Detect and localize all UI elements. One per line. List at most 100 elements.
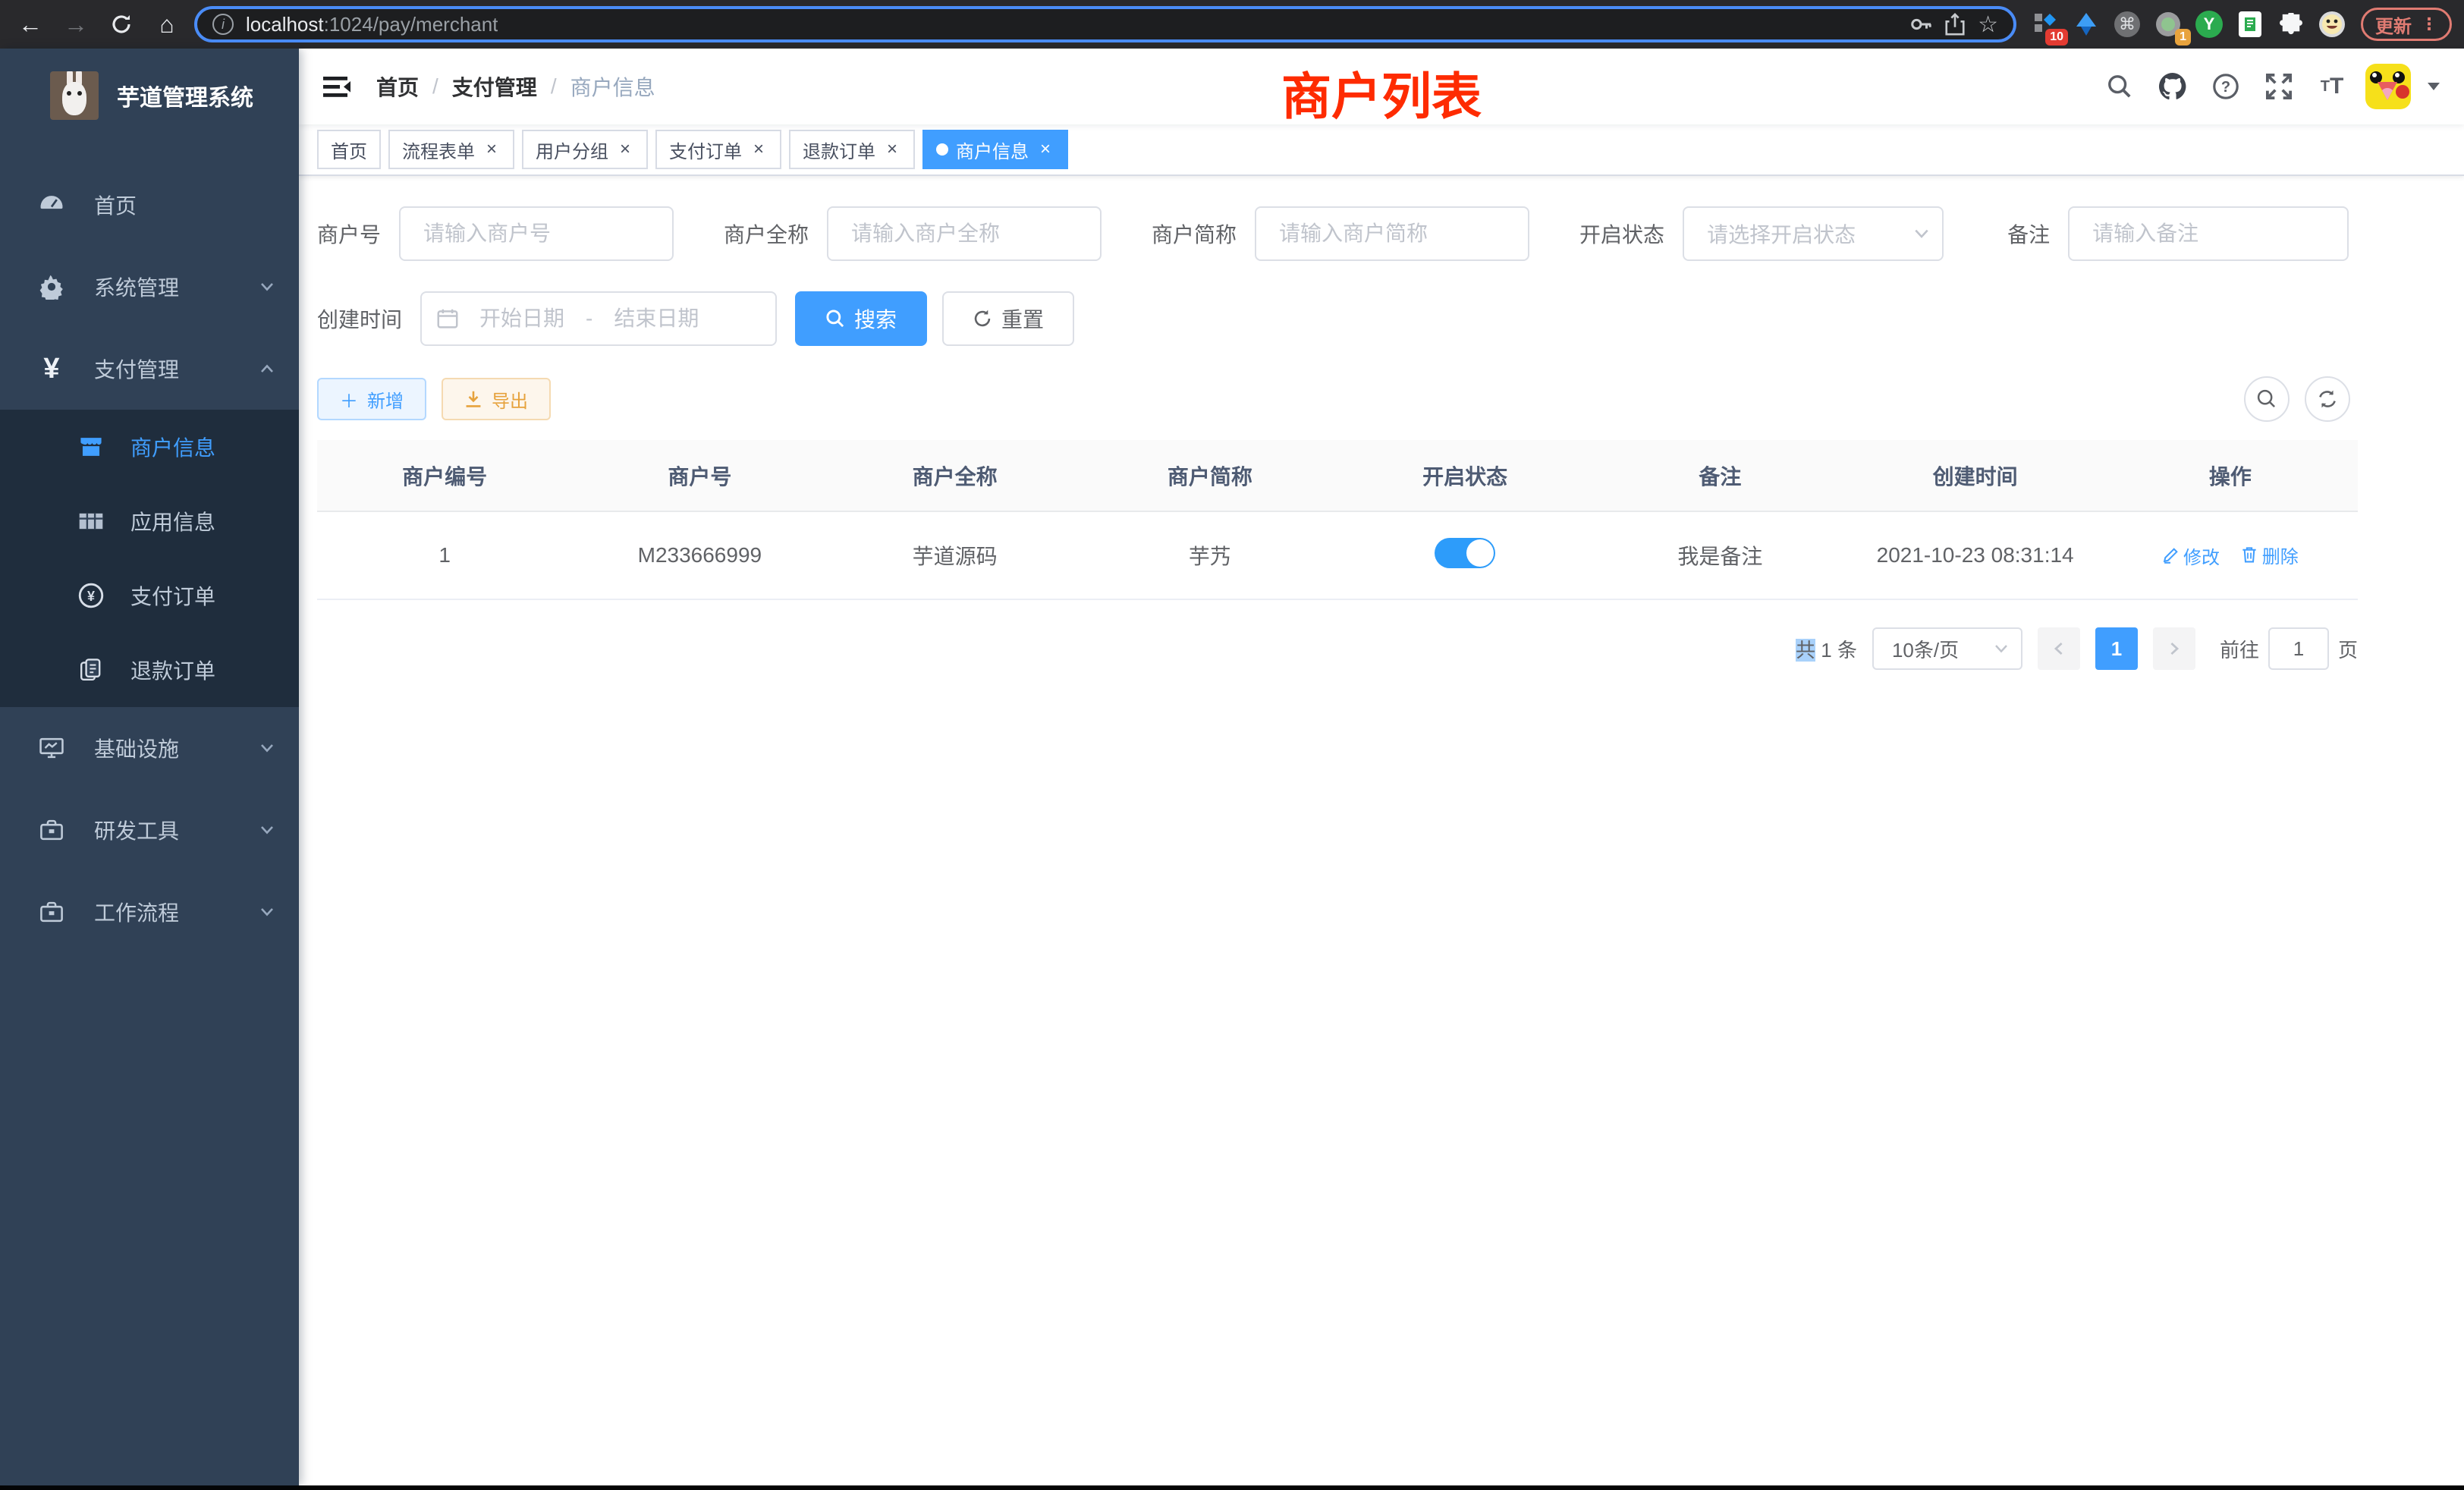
cell-create-time: 2021-10-23 08:31:14 — [1848, 511, 2103, 599]
briefcase-icon — [33, 899, 70, 925]
extension-grid-icon[interactable]: 10 — [2032, 11, 2059, 38]
refresh-table-button[interactable] — [2305, 376, 2350, 422]
extension-puzzle-icon[interactable] — [2277, 11, 2305, 38]
browser-menu-icon[interactable]: ⋮ — [2421, 14, 2437, 34]
merchant-no-input[interactable] — [399, 206, 674, 261]
hide-search-button[interactable] — [2244, 376, 2290, 422]
chevron-down-icon — [259, 279, 275, 294]
add-button[interactable]: ＋新增 — [317, 378, 426, 420]
tab-merchant-info[interactable]: 商户信息× — [922, 130, 1068, 169]
sidebar-item-label: 应用信息 — [130, 506, 275, 536]
export-button[interactable]: 导出 — [442, 378, 551, 420]
font-size-button[interactable]: TT — [2312, 67, 2352, 106]
tags-view-bar: 首页 流程表单× 用户分组× 支付订单× 退款订单× 商户信息× — [299, 124, 2464, 176]
cell-short-name: 芋艿 — [1083, 511, 1337, 599]
close-icon[interactable]: × — [1036, 140, 1054, 159]
browser-reload-button[interactable] — [103, 6, 140, 42]
app-title: 芋道管理系统 — [117, 79, 253, 112]
sidebar-item-label: 工作流程 — [94, 897, 259, 927]
breadcrumb: 首页 / 支付管理 / 商户信息 — [376, 71, 655, 102]
edit-link[interactable]: 修改 — [2162, 542, 2220, 569]
sidebar-item-app-info[interactable]: 应用信息 — [0, 484, 299, 558]
site-info-icon[interactable]: i — [212, 14, 234, 35]
extension-y-icon[interactable]: Y — [2195, 11, 2223, 38]
sidebar-item-label: 退款订单 — [130, 655, 275, 685]
col-short-name: 商户简称 — [1083, 440, 1337, 511]
field-label: 创建时间 — [317, 303, 402, 334]
search-button[interactable]: 搜索 — [795, 291, 927, 346]
extension-timer-icon[interactable]: 1 — [2154, 11, 2182, 38]
delete-link[interactable]: 删除 — [2241, 542, 2299, 568]
extension-command-icon[interactable]: ⌘ — [2114, 11, 2141, 38]
close-icon[interactable]: × — [883, 140, 901, 159]
full-name-input[interactable] — [827, 206, 1102, 261]
short-name-input[interactable] — [1255, 206, 1529, 261]
status-select[interactable]: 请选择开启状态 — [1683, 206, 1944, 261]
browser-back-button[interactable]: ← — [12, 6, 49, 42]
close-icon[interactable]: × — [616, 140, 634, 159]
tab-process-form[interactable]: 流程表单× — [388, 130, 514, 169]
header-search-button[interactable] — [2100, 67, 2139, 106]
filter-short-name: 商户简称 — [1152, 206, 1529, 261]
tab-refund-order[interactable]: 退款订单× — [789, 130, 915, 169]
next-page-button[interactable] — [2153, 627, 2195, 670]
reset-button[interactable]: 重置 — [942, 291, 1074, 346]
field-label: 商户全称 — [724, 218, 809, 249]
url-bar[interactable]: i localhost:1024/pay/merchant ☆ — [194, 6, 2016, 42]
sidebar-item-devtools[interactable]: 研发工具 — [0, 789, 299, 871]
breadcrumb-pay[interactable]: 支付管理 — [452, 71, 537, 102]
sidebar-logo[interactable]: 芋道管理系统 — [0, 49, 299, 143]
sidebar-item-merchant-info[interactable]: 商户信息 — [0, 410, 299, 484]
tab-user-group[interactable]: 用户分组× — [522, 130, 648, 169]
fullscreen-button[interactable] — [2259, 67, 2299, 106]
share-icon[interactable] — [1944, 13, 1966, 36]
browser-forward-button[interactable]: → — [58, 6, 94, 42]
tab-pay-order[interactable]: 支付订单× — [655, 130, 781, 169]
cell-remark: 我是备注 — [1592, 511, 1847, 599]
sidebar-collapse-button[interactable] — [322, 71, 352, 102]
bookmark-star-icon[interactable]: ☆ — [1978, 11, 1998, 38]
avatar[interactable] — [2365, 64, 2411, 109]
password-key-icon[interactable] — [1909, 13, 1932, 36]
sidebar-item-workflow[interactable]: 工作流程 — [0, 871, 299, 953]
github-icon — [2158, 71, 2188, 102]
browser-home-button[interactable]: ⌂ — [149, 6, 185, 42]
prev-page-button[interactable] — [2038, 627, 2080, 670]
page-number-button[interactable]: 1 — [2095, 627, 2138, 670]
documents-icon — [73, 657, 109, 683]
chevron-down-icon — [1913, 225, 1930, 242]
search-icon — [2256, 388, 2277, 410]
sidebar-item-refund-order[interactable]: 退款订单 — [0, 633, 299, 707]
pagination: 共 1 条 10条/页 1 前往 页 — [317, 627, 2358, 670]
extension-emoji-icon[interactable] — [2318, 11, 2346, 38]
sidebar-item-label: 商户信息 — [130, 432, 275, 462]
col-status: 开启状态 — [1337, 440, 1592, 511]
screen: ← → ⌂ i localhost:1024/pay/merchant ☆ 10 — [0, 0, 2464, 1490]
status-toggle[interactable] — [1435, 538, 1495, 568]
end-date-input[interactable] — [602, 306, 711, 331]
help-button[interactable]: ? — [2206, 67, 2246, 106]
sidebar-item-home[interactable]: 首页 — [0, 164, 299, 246]
avatar-dropdown-icon[interactable] — [2428, 83, 2440, 96]
close-icon[interactable]: × — [750, 140, 768, 159]
page-size-select[interactable]: 10条/页 — [1872, 627, 2022, 670]
create-time-range-picker[interactable]: - — [420, 291, 777, 346]
close-icon[interactable]: × — [482, 140, 501, 159]
goto-page-input[interactable] — [2268, 627, 2329, 670]
extension-doc-icon[interactable] — [2236, 11, 2264, 38]
sidebar-item-pay-order[interactable]: ¥ 支付订单 — [0, 558, 299, 633]
breadcrumb-home[interactable]: 首页 — [376, 71, 419, 102]
page-content: 商户号 商户全称 商户简称 开启状态 请选择开启状态 — [299, 176, 2350, 670]
sidebar-item-label: 支付管理 — [94, 354, 259, 384]
remark-input[interactable] — [2068, 206, 2349, 261]
browser-update-button[interactable]: 更新 ⋮ — [2361, 8, 2452, 41]
sidebar-item-infra[interactable]: 基础设施 — [0, 707, 299, 789]
chevron-down-icon — [259, 822, 275, 838]
sidebar-item-system[interactable]: 系统管理 — [0, 246, 299, 328]
github-button[interactable] — [2153, 67, 2192, 106]
start-date-input[interactable] — [467, 306, 577, 331]
sidebar-item-pay[interactable]: ¥ 支付管理 — [0, 328, 299, 410]
extension-kite-icon[interactable] — [2073, 11, 2100, 38]
svg-text:?: ? — [2221, 79, 2230, 96]
tab-home[interactable]: 首页 — [317, 130, 381, 169]
